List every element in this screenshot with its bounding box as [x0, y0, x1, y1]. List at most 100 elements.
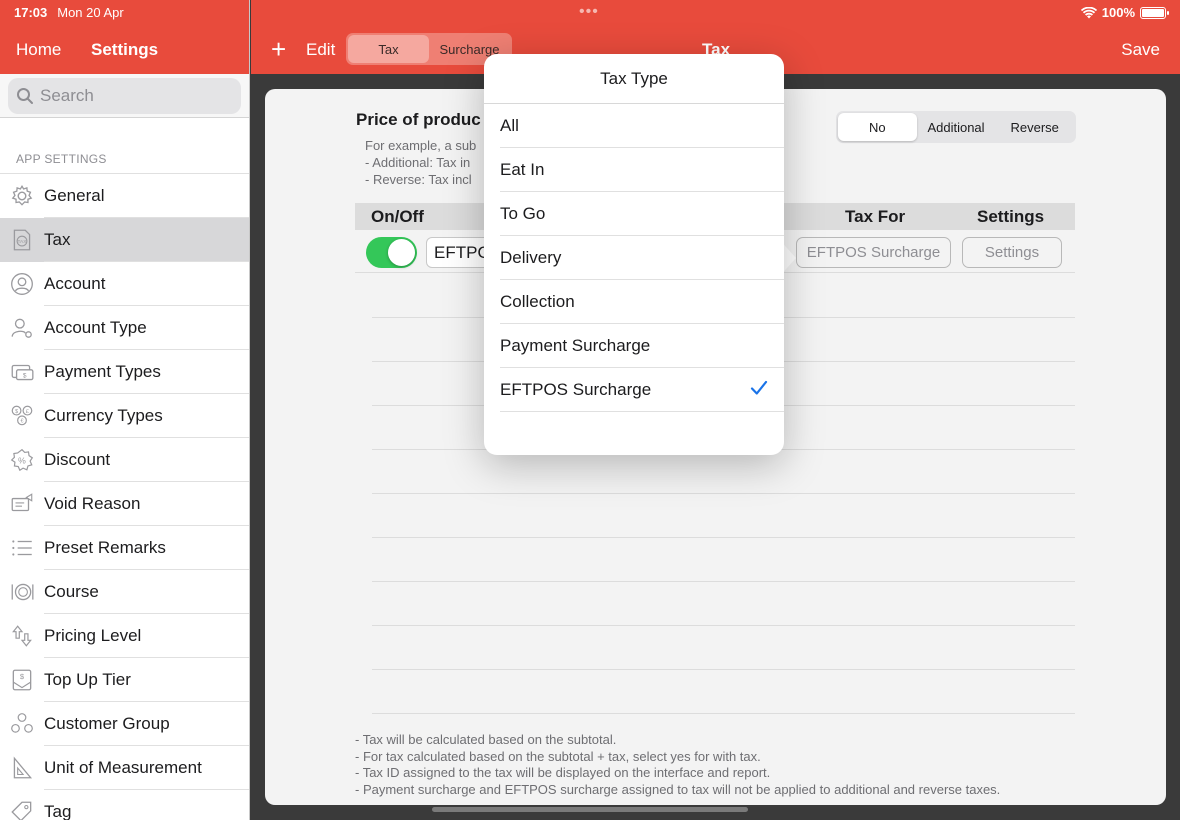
- sidebar-item-label: Tag: [44, 802, 72, 820]
- sidebar-item-label: Payment Types: [44, 362, 161, 381]
- add-button[interactable]: +: [271, 36, 286, 62]
- search-icon: [17, 88, 33, 104]
- home-indicator[interactable]: [432, 807, 748, 812]
- section-label-app-settings: APP SETTINGS: [0, 118, 249, 174]
- empty-row-line: [372, 669, 1075, 670]
- sidebar-item-unit-of-measurement[interactable]: Unit of Measurement: [0, 746, 249, 790]
- tab-tax[interactable]: Tax: [348, 35, 429, 63]
- sidebar-item-customer-group[interactable]: Customer Group: [0, 702, 249, 746]
- tax-mode-additional[interactable]: Additional: [917, 113, 996, 141]
- status-right: 100%: [1080, 5, 1169, 20]
- tax-type-option-to-go[interactable]: To Go: [484, 192, 784, 236]
- tax-mode-no[interactable]: No: [838, 113, 917, 141]
- battery-percent: 100%: [1101, 5, 1135, 20]
- sidebar-item-label: General: [44, 186, 105, 205]
- desc-line: - Reverse: Tax incl: [365, 172, 472, 187]
- row-settings-button[interactable]: Settings: [962, 237, 1062, 268]
- tax-mode-reverse[interactable]: Reverse: [995, 113, 1074, 141]
- sidebar-item-label: Unit of Measurement: [44, 758, 202, 777]
- tax-type-option-collection[interactable]: Collection: [484, 280, 784, 324]
- sidebar-item-top-up-tier[interactable]: $ Top Up Tier: [0, 658, 249, 702]
- ruler-icon: [0, 746, 44, 790]
- svg-text:$: $: [15, 409, 18, 415]
- tax-mode-description: For example, a sub - Additional: Tax in …: [365, 137, 476, 188]
- empty-row-line: [372, 493, 1075, 494]
- search-input[interactable]: Search: [8, 78, 241, 114]
- sidebar-item-tag[interactable]: Tag: [0, 790, 249, 820]
- tax-type-option-all[interactable]: All: [484, 104, 784, 148]
- sidebar-item-label: Customer Group: [44, 714, 170, 733]
- popover-title: Tax Type: [484, 54, 784, 104]
- col-on-off: On/Off: [371, 207, 424, 226]
- sidebar-item-account[interactable]: Account: [0, 262, 249, 306]
- course-icon: [0, 570, 44, 614]
- tax-on-off-toggle[interactable]: [366, 237, 417, 268]
- sidebar-item-label: Discount: [44, 450, 111, 469]
- battery-icon: [1140, 6, 1169, 19]
- tag-icon: [0, 790, 44, 820]
- tax-for-button[interactable]: EFTPOS Surcharge: [796, 237, 951, 268]
- sidebar-item-label: Void Reason: [44, 494, 141, 513]
- battery-fill: [1142, 8, 1164, 17]
- svg-text:TAX: TAX: [17, 239, 27, 245]
- gear-icon: [0, 174, 44, 218]
- list-icon: [0, 526, 44, 570]
- tax-type-option-delivery[interactable]: Delivery: [484, 236, 784, 280]
- sidebar-item-label: Pricing Level: [44, 626, 142, 645]
- search-bar: Search: [0, 74, 249, 118]
- group-icon: [0, 702, 44, 746]
- desc-line: - Additional: Tax in: [365, 155, 471, 170]
- tax-type-option-payment-surcharge[interactable]: Payment Surcharge: [484, 324, 784, 368]
- option-label: To Go: [500, 204, 546, 223]
- sidebar: 17:03 Mon 20 Apr Home Settings Search APP…: [0, 0, 250, 820]
- empty-row-line: [372, 537, 1075, 538]
- tax-doc-icon: TAX: [0, 218, 44, 262]
- sidebar-item-account-type[interactable]: Account Type: [0, 306, 249, 350]
- sidebar-menu: General TAX Tax Account Account Type $ Payment…: [0, 174, 249, 820]
- currency-icon: $ £ €: [0, 394, 44, 438]
- option-label: All: [500, 116, 519, 135]
- status-date: Mon 20 Apr: [57, 5, 124, 20]
- checkmark-icon: [750, 379, 768, 402]
- sidebar-item-currency-types[interactable]: $ £ € Currency Types: [0, 394, 249, 438]
- multitask-dots[interactable]: •••: [579, 3, 599, 21]
- sidebar-item-label: Top Up Tier: [44, 670, 131, 689]
- empty-row-line: [372, 625, 1075, 626]
- svg-text:£: £: [26, 409, 29, 415]
- edit-button[interactable]: Edit: [306, 40, 335, 60]
- person-icon: [0, 262, 44, 306]
- empty-row-line: [372, 581, 1075, 582]
- sidebar-item-preset-remarks[interactable]: Preset Remarks: [0, 526, 249, 570]
- svg-text:$: $: [20, 672, 25, 681]
- sidebar-item-pricing-level[interactable]: Pricing Level: [0, 614, 249, 658]
- sidebar-item-label: Account: [44, 274, 106, 293]
- wifi-icon: [1080, 6, 1097, 18]
- tax-type-option-eat-in[interactable]: Eat In: [484, 148, 784, 192]
- pricing-icon: [0, 614, 44, 658]
- search-placeholder: Search: [40, 86, 94, 105]
- save-button[interactable]: Save: [1121, 40, 1160, 60]
- sidebar-header: 17:03 Mon 20 Apr Home Settings: [0, 0, 249, 74]
- option-label: Collection: [500, 292, 575, 311]
- note-line: - Tax ID assigned to the tax will be dis…: [355, 765, 771, 780]
- note-line: - For tax calculated based on the subtot…: [355, 748, 761, 764]
- sidebar-item-label: Preset Remarks: [44, 538, 166, 557]
- sidebar-item-void-reason[interactable]: Void Reason: [0, 482, 249, 526]
- topup-icon: $: [0, 658, 44, 702]
- tax-type-option-eftpos-surcharge[interactable]: EFTPOS Surcharge: [484, 368, 784, 412]
- sidebar-item-payment-types[interactable]: $ Payment Types: [0, 350, 249, 394]
- void-icon: [0, 482, 44, 526]
- col-settings: Settings: [977, 207, 1045, 226]
- sidebar-title: Settings: [91, 40, 159, 59]
- sidebar-item-discount[interactable]: % Discount: [0, 438, 249, 482]
- sidebar-item-tax[interactable]: TAX Tax: [0, 218, 249, 262]
- sidebar-item-course[interactable]: Course: [0, 570, 249, 614]
- payment-icon: $: [0, 350, 44, 394]
- svg-text:%: %: [18, 455, 26, 465]
- home-button[interactable]: Home: [16, 40, 61, 60]
- tax-type-popover: Tax Type All Eat In To Go Delivery Collectio…: [484, 54, 784, 455]
- desc-line: For example, a sub: [365, 138, 477, 153]
- sidebar-item-label: Account Type: [44, 318, 147, 337]
- sidebar-item-general[interactable]: General: [0, 174, 249, 218]
- person-gear-icon: [0, 306, 44, 350]
